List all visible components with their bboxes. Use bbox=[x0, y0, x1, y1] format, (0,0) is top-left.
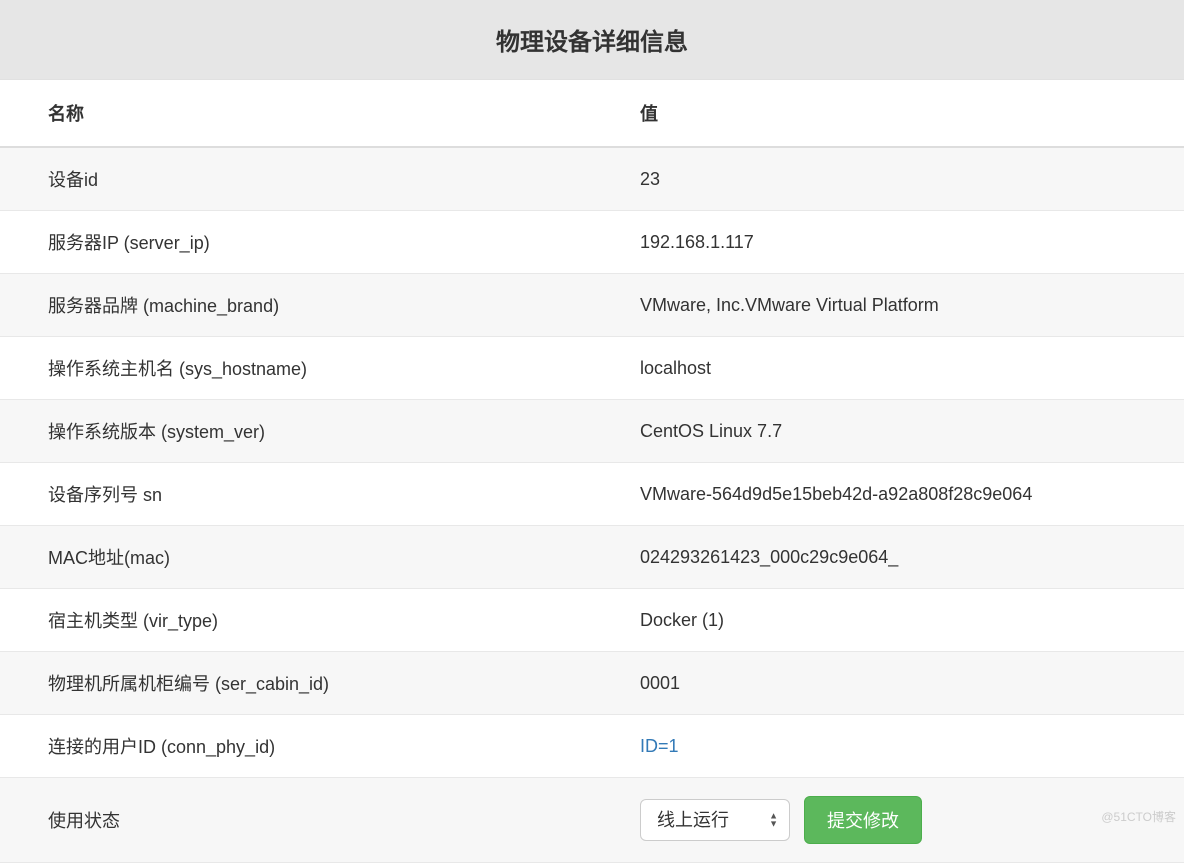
page-title-bar: 物理设备详细信息 bbox=[0, 0, 1184, 80]
row-value: 0001 bbox=[592, 652, 1184, 715]
table-row: 连接的用户ID (conn_phy_id) ID=1 bbox=[0, 715, 1184, 778]
row-value: localhost bbox=[592, 337, 1184, 400]
table-row: 操作系统版本 (system_ver)CentOS Linux 7.7 bbox=[0, 400, 1184, 463]
table-row: 服务器品牌 (machine_brand)VMware, Inc.VMware … bbox=[0, 274, 1184, 337]
row-value: VMware, Inc.VMware Virtual Platform bbox=[592, 274, 1184, 337]
column-header-name: 名称 bbox=[0, 80, 592, 147]
table-row: 使用状态线上运行▲▼提交修改 bbox=[0, 778, 1184, 863]
row-value: 线上运行▲▼提交修改 bbox=[592, 778, 1184, 863]
table-row: 设备id23 bbox=[0, 147, 1184, 211]
column-header-value: 值 bbox=[592, 80, 1184, 147]
row-name: 物理机所属机柜编号 (ser_cabin_id) bbox=[0, 652, 592, 715]
row-name: 设备id bbox=[0, 147, 592, 211]
table-row: 设备序列号 snVMware-564d9d5e15beb42d-a92a808f… bbox=[0, 463, 1184, 526]
row-name: 操作系统主机名 (sys_hostname) bbox=[0, 337, 592, 400]
row-value: VMware-564d9d5e15beb42d-a92a808f28c9e064 bbox=[592, 463, 1184, 526]
row-name: 使用状态 bbox=[0, 778, 592, 863]
status-select[interactable]: 线上运行 bbox=[640, 799, 790, 841]
row-name: MAC地址(mac) bbox=[0, 526, 592, 589]
table-row: 操作系统主机名 (sys_hostname)localhost bbox=[0, 337, 1184, 400]
row-name: 服务器品牌 (machine_brand) bbox=[0, 274, 592, 337]
row-value: Docker (1) bbox=[592, 589, 1184, 652]
page-title: 物理设备详细信息 bbox=[0, 22, 1184, 57]
row-name: 设备序列号 sn bbox=[0, 463, 592, 526]
table-row: 宿主机类型 (vir_type)Docker (1) bbox=[0, 589, 1184, 652]
row-value: 192.168.1.117 bbox=[592, 211, 1184, 274]
row-value: ID=1 bbox=[592, 715, 1184, 778]
table-row: 服务器IP (server_ip)192.168.1.117 bbox=[0, 211, 1184, 274]
row-name: 宿主机类型 (vir_type) bbox=[0, 589, 592, 652]
watermark: @51CTO博客 bbox=[1101, 808, 1176, 825]
table-row: 物理机所属机柜编号 (ser_cabin_id)0001 bbox=[0, 652, 1184, 715]
row-value: CentOS Linux 7.7 bbox=[592, 400, 1184, 463]
user-id-link[interactable]: ID=1 bbox=[640, 736, 679, 756]
row-name: 服务器IP (server_ip) bbox=[0, 211, 592, 274]
row-name: 连接的用户ID (conn_phy_id) bbox=[0, 715, 592, 778]
submit-button[interactable]: 提交修改 bbox=[804, 796, 922, 844]
row-name: 操作系统版本 (system_ver) bbox=[0, 400, 592, 463]
device-detail-table: 名称 值 设备id23服务器IP (server_ip)192.168.1.11… bbox=[0, 80, 1184, 863]
row-value: 23 bbox=[592, 147, 1184, 211]
table-row: MAC地址(mac)024293261423_000c29c9e064_ bbox=[0, 526, 1184, 589]
row-value: 024293261423_000c29c9e064_ bbox=[592, 526, 1184, 589]
